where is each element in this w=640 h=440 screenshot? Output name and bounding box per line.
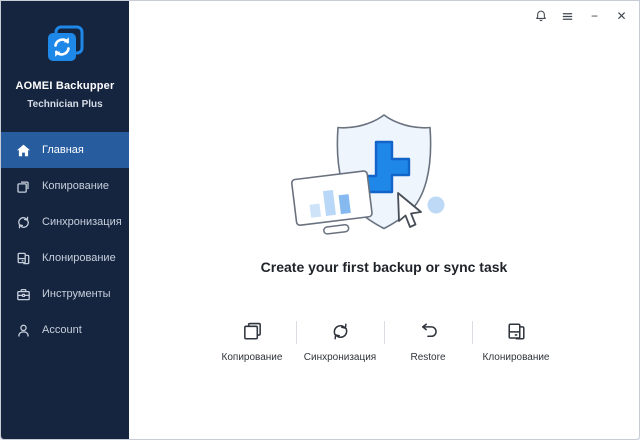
sidebar-item-label: Главная bbox=[42, 144, 84, 156]
action-label: Копирование bbox=[222, 352, 283, 363]
action-restore[interactable]: Restore bbox=[385, 319, 472, 363]
sidebar-item-label: Копирование bbox=[42, 180, 109, 192]
empty-state-headline: Create your first backup or sync task bbox=[261, 259, 508, 275]
sidebar-item-clone[interactable]: Клонирование bbox=[1, 240, 129, 276]
quick-actions-row: Копирование Синхронизация bbox=[209, 319, 560, 363]
sidebar-item-sync[interactable]: Синхронизация bbox=[1, 204, 129, 240]
menu-icon[interactable] bbox=[559, 8, 576, 25]
sidebar-item-label: Инструменты bbox=[42, 288, 111, 300]
sidebar-item-label: Клонирование bbox=[42, 252, 116, 264]
action-clone[interactable]: Клонирование bbox=[473, 319, 560, 363]
sidebar-item-label: Синхронизация bbox=[42, 216, 122, 228]
action-label: Restore bbox=[410, 352, 445, 363]
notification-bell-icon[interactable] bbox=[532, 8, 549, 25]
sidebar-nav: Главная Копирование bbox=[1, 132, 129, 348]
main-area: − ✕ bbox=[129, 1, 639, 439]
tools-icon bbox=[16, 287, 31, 302]
monitor-chart-icon bbox=[291, 171, 374, 238]
titlebar: − ✕ bbox=[129, 1, 639, 31]
backup-icon bbox=[241, 319, 264, 343]
sidebar-item-tools[interactable]: Инструменты bbox=[1, 276, 129, 312]
home-icon bbox=[16, 143, 31, 158]
action-backup[interactable]: Копирование bbox=[209, 319, 296, 363]
sidebar-item-home[interactable]: Главная bbox=[1, 132, 129, 168]
clone-icon bbox=[505, 319, 528, 343]
clone-icon bbox=[16, 251, 31, 266]
sidebar-item-account[interactable]: Account bbox=[1, 312, 129, 348]
sidebar-item-backup[interactable]: Копирование bbox=[1, 168, 129, 204]
minimize-icon[interactable]: − bbox=[586, 8, 603, 25]
account-icon bbox=[16, 323, 31, 338]
backup-icon bbox=[16, 179, 31, 194]
sync-icon bbox=[16, 215, 31, 230]
action-label: Синхронизация bbox=[304, 352, 376, 363]
app-title: AOMEI Backupper bbox=[16, 80, 115, 92]
action-label: Клонирование bbox=[483, 352, 550, 363]
logo-block: AOMEI Backupper Technician Plus bbox=[1, 1, 129, 110]
app-logo-sync-arrows-icon bbox=[44, 23, 86, 70]
app-window: AOMEI Backupper Technician Plus Главная bbox=[0, 0, 640, 440]
sidebar: AOMEI Backupper Technician Plus Главная bbox=[1, 1, 129, 439]
restore-icon bbox=[417, 319, 440, 343]
app-edition: Technician Plus bbox=[27, 99, 102, 110]
close-icon[interactable]: ✕ bbox=[613, 8, 630, 25]
sidebar-item-label: Account bbox=[42, 324, 82, 336]
home-content: Create your first backup or sync task Ко… bbox=[129, 31, 639, 439]
shield-plus-illustration bbox=[278, 109, 490, 245]
sync-icon bbox=[329, 319, 352, 343]
action-sync[interactable]: Синхронизация bbox=[297, 319, 384, 363]
